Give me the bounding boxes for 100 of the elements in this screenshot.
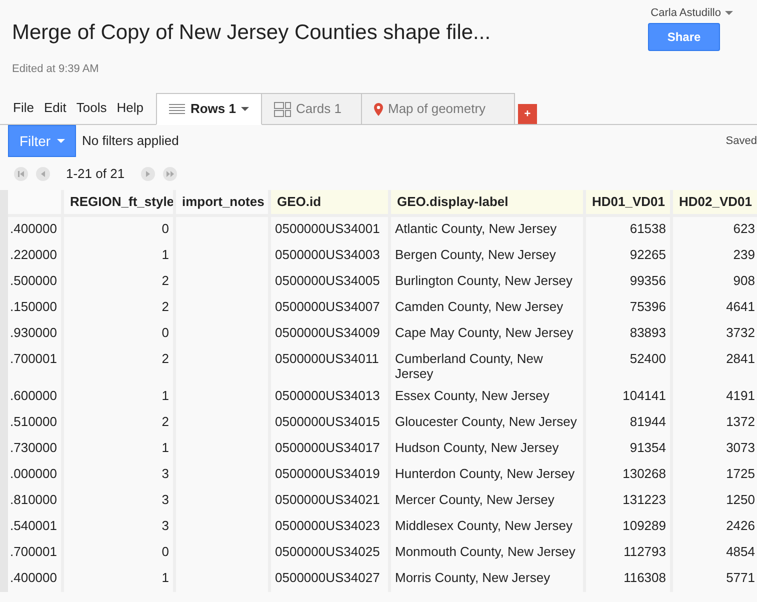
table-cell: 2 — [64, 346, 176, 384]
table-cell-text: 5771 — [725, 568, 756, 586]
column-header[interactable]: GEO.id — [271, 190, 391, 216]
table-cell: 2 — [64, 410, 176, 436]
table-cell: Cumberland County, New Jersey — [391, 346, 586, 384]
account-menu[interactable]: Carla Astudillo — [650, 5, 733, 22]
table-cell: 0500000US34027 — [271, 566, 391, 592]
table-cell: 1 — [64, 384, 176, 410]
table-cell: Middlesex County, New Jersey — [391, 514, 586, 540]
table-cell-text: 1250 — [725, 490, 756, 508]
table-cell-text: 3732 — [725, 324, 756, 342]
table-cell: 1 — [64, 436, 176, 462]
tab[interactable]: Rows 1 — [156, 93, 262, 125]
column-header[interactable]: HD01_VD01 — [586, 190, 673, 216]
table-cell: 0 — [64, 216, 176, 242]
page-range: 1-21 of 21 — [66, 164, 125, 183]
table-cell-text: 4191 — [725, 386, 756, 404]
table-cell: .510000 — [8, 410, 64, 436]
table-cell: 112793 — [586, 540, 673, 566]
table-cell: 0500000US34025 — [271, 540, 391, 566]
first-page-icon — [14, 166, 28, 180]
table-cell: 0500000US34021 — [271, 488, 391, 514]
first-page-button[interactable] — [14, 166, 28, 180]
table-cell-text: 1725 — [725, 464, 756, 482]
table-cell-text: 2426 — [725, 516, 756, 534]
table-cell: Camden County, New Jersey — [391, 294, 586, 320]
table-cell-text: 3073 — [725, 438, 756, 456]
table-cell: 61538 — [586, 216, 673, 242]
cards-icon — [274, 102, 291, 116]
table-cell: 3 — [64, 462, 176, 488]
table-cell: 0500000US34009 — [271, 320, 391, 346]
table-cell: 130268 — [586, 462, 673, 488]
table-cell: Atlantic County, New Jersey — [391, 216, 586, 242]
table-cell: 3 — [64, 488, 176, 514]
table-cell: .400000 — [8, 216, 64, 242]
last-page-icon — [162, 166, 177, 180]
table-cell: 0 — [64, 540, 176, 566]
add-tab-button[interactable]: + — [518, 104, 537, 124]
table-cell: Hudson County, New Jersey — [391, 436, 586, 462]
table-cell: 0500000US34017 — [271, 436, 391, 462]
column-header[interactable]: HD02_VD01 — [673, 190, 757, 216]
table-cell: Morris County, New Jersey — [391, 566, 586, 592]
next-page-icon — [140, 166, 155, 180]
menu-item[interactable]: Tools — [71, 98, 112, 124]
next-page-button[interactable] — [140, 166, 155, 180]
table-cell: Cape May County, New Jersey — [391, 320, 586, 346]
filter-status: No filters applied — [82, 132, 179, 150]
table-cell: .700001 — [8, 346, 64, 384]
table-cell: .600000 — [8, 384, 64, 410]
table-cell: Burlington County, New Jersey — [391, 268, 586, 294]
table-cell: .540001 — [8, 514, 64, 540]
table-cell: 52400 — [586, 346, 673, 384]
table-cell: .000000 — [8, 462, 64, 488]
list-icon — [169, 102, 186, 116]
column-header[interactable]: import_notes — [176, 190, 271, 216]
caret-icon — [240, 106, 249, 112]
save-status: Saved — [726, 134, 757, 149]
menu-item[interactable]: Edit — [38, 98, 72, 124]
table-cell: 99356 — [586, 268, 673, 294]
table-cell-text: 4854 — [725, 542, 756, 560]
table-cell: 75396 — [586, 294, 673, 320]
table-cell: 0500000US34015 — [271, 410, 391, 436]
table-cell: 91354 — [586, 436, 673, 462]
document-title: Merge of Copy of New Jersey Counties shape file... — [12, 20, 491, 46]
table-cell: 0500000US34019 — [271, 462, 391, 488]
table-cell: 83893 — [586, 320, 673, 346]
table-cell: 0500000US34007 — [271, 294, 391, 320]
table-cell: Monmouth County, New Jersey — [391, 540, 586, 566]
previous-page-button[interactable] — [36, 166, 50, 180]
tab[interactable]: Cards 1 — [262, 93, 362, 125]
table-cell: 1 — [64, 566, 176, 592]
previous-page-icon — [36, 166, 50, 180]
table-cell: 0500000US34011 — [271, 346, 391, 384]
menu-item[interactable]: Help — [112, 98, 148, 124]
table-cell: .730000 — [8, 436, 64, 462]
table-cell: 131223 — [586, 488, 673, 514]
table-cell: Bergen County, New Jersey — [391, 242, 586, 268]
column-header[interactable]: GEO.display-label — [391, 190, 586, 216]
caret-icon — [725, 10, 733, 16]
table-cell: 0500000US34013 — [271, 384, 391, 410]
table-cell: 81944 — [586, 410, 673, 436]
table-cell-text: 239 — [732, 246, 756, 264]
table-cell: 1 — [64, 242, 176, 268]
table-cell: .220000 — [8, 242, 64, 268]
table-cell: 2 — [64, 268, 176, 294]
table-cell: Gloucester County, New Jersey — [391, 410, 586, 436]
table-cell: 0500000US34001 — [271, 216, 391, 242]
menu-item[interactable]: File — [8, 98, 39, 124]
table-cell-text: 623 — [732, 220, 756, 238]
table-cell-text: 2841 — [725, 350, 756, 368]
table-cell: 109289 — [586, 514, 673, 540]
caret-icon — [56, 138, 65, 144]
table-cell: 0500000US34005 — [271, 268, 391, 294]
table-cell: 0500000US34023 — [271, 514, 391, 540]
last-page-button[interactable] — [162, 166, 177, 180]
tab[interactable]: Map of geometry — [362, 93, 515, 125]
table-cell: 0500000US34003 — [271, 242, 391, 268]
table-cell: .500000 — [8, 268, 64, 294]
table-cell: .810000 — [8, 488, 64, 514]
table-cell: Mercer County, New Jersey — [391, 488, 586, 514]
